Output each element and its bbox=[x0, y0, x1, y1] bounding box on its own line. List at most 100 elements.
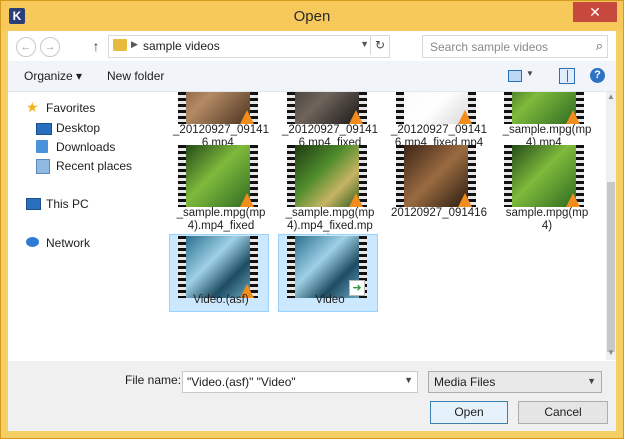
navigation-pane: ★ Favorites Desktop Downloads Recent pla… bbox=[8, 92, 158, 360]
title-bar[interactable]: K Open ✕ bbox=[1, 1, 623, 31]
sidebar-item-downloads[interactable]: Downloads bbox=[36, 139, 151, 157]
file-item[interactable]: Video.(asf) bbox=[169, 234, 269, 316]
change-view-button[interactable]: ▼ bbox=[508, 68, 534, 84]
file-list: _20120927_09141 6.mp4_ _20120927_09141 6.m… bbox=[163, 92, 603, 360]
scroll-down-arrow-icon[interactable]: ▼ bbox=[606, 348, 616, 360]
new-folder-button[interactable]: New folder bbox=[107, 69, 164, 83]
file-name-line: Video bbox=[315, 294, 345, 306]
video-thumbnail bbox=[396, 145, 476, 207]
vlc-cone-icon bbox=[566, 193, 580, 207]
file-name-line: 4).mp4_fixed bbox=[187, 220, 255, 232]
file-name-field[interactable]: "Video.(asf)" "Video" ▼ bbox=[182, 371, 418, 393]
sidebar-item-this-pc[interactable]: This PC bbox=[26, 196, 151, 214]
view-icon bbox=[508, 70, 522, 82]
footer-panel: File name: "Video.(asf)" "Video" ▼ Media… bbox=[8, 361, 616, 431]
video-thumbnail: ➜ bbox=[287, 236, 367, 298]
search-input[interactable]: Search sample videos ⌕ bbox=[422, 35, 608, 58]
sidebar-item-network[interactable]: Network bbox=[26, 235, 151, 253]
organize-button[interactable]: Organize ▾ bbox=[24, 69, 82, 83]
video-thumbnail bbox=[504, 145, 584, 207]
open-dialog: K Open ✕ ← → ↑ ▶ sample videos ▼ ↻ Searc… bbox=[0, 0, 624, 439]
preview-pane-button[interactable] bbox=[559, 68, 575, 84]
search-icon[interactable]: ⌕ bbox=[596, 38, 603, 54]
file-name-line: _sample.mpg(mp bbox=[176, 207, 266, 219]
navigation-bar: ← → ↑ ▶ sample videos ▼ ↻ Search sample … bbox=[8, 31, 616, 61]
sidebar-item-favorites[interactable]: ★ Favorites bbox=[26, 100, 151, 118]
forward-button[interactable]: → bbox=[40, 37, 60, 57]
chevron-down-icon[interactable]: ▼ bbox=[404, 375, 413, 385]
file-name-value[interactable]: "Video.(asf)" "Video" bbox=[187, 375, 296, 389]
file-item[interactable]: ➜ Video bbox=[278, 234, 378, 316]
file-type-select[interactable]: Media Files ▼ bbox=[428, 371, 602, 393]
file-name-line: Video.(asf) bbox=[193, 294, 249, 306]
scroll-thumb[interactable] bbox=[607, 182, 615, 352]
film-strip bbox=[287, 92, 295, 124]
film-strip bbox=[178, 92, 186, 124]
sidebar-item-recent-places[interactable]: Recent places bbox=[36, 158, 151, 176]
file-item[interactable]: _20120927_09141 6.mp4_ bbox=[171, 92, 269, 149]
downloads-icon bbox=[36, 140, 48, 153]
file-name-line: _sample.mpg(mp bbox=[285, 207, 375, 219]
film-strip bbox=[287, 236, 295, 298]
scroll-up-arrow-icon[interactable]: ▲ bbox=[606, 92, 616, 104]
sidebar-label: Network bbox=[46, 236, 91, 250]
file-name-line: _sample.mpg(mp bbox=[502, 124, 592, 136]
computer-icon bbox=[26, 198, 41, 210]
vlc-cone-icon bbox=[240, 193, 254, 207]
file-item[interactable]: _sample.mpg(mp4).mp4_fixed.mp4_ bbox=[280, 145, 378, 245]
open-button[interactable]: Open bbox=[430, 401, 508, 424]
film-strip bbox=[396, 92, 404, 124]
file-name-line: 20120927_091416 bbox=[391, 207, 487, 219]
sidebar-label: Downloads bbox=[56, 140, 116, 154]
file-item[interactable]: sample.mpg(mp 4) bbox=[497, 145, 595, 232]
file-name-line: 4).mp4_fixed.mp bbox=[287, 220, 373, 232]
vlc-cone-icon bbox=[349, 110, 363, 124]
path-segment[interactable]: sample videos bbox=[143, 39, 220, 53]
sidebar-label: Recent places bbox=[56, 159, 133, 173]
video-thumbnail bbox=[178, 92, 258, 124]
file-item[interactable]: _sample.mpg(mp 4).mp4_ bbox=[497, 92, 595, 149]
search-placeholder: Search sample videos bbox=[430, 40, 549, 54]
sidebar-label: Desktop bbox=[56, 121, 101, 135]
file-name-line: _20120927_09141 bbox=[173, 124, 269, 136]
file-item[interactable]: _20120927_091416.mp4_fixed.mp4_ bbox=[389, 92, 487, 162]
help-button[interactable]: ? bbox=[590, 68, 605, 83]
folder-icon bbox=[113, 39, 127, 51]
film-strip bbox=[504, 145, 512, 207]
close-button[interactable]: ✕ bbox=[573, 2, 617, 22]
video-thumbnail bbox=[396, 92, 476, 124]
star-icon: ★ bbox=[26, 99, 39, 115]
vlc-cone-icon bbox=[349, 193, 363, 207]
file-type-value: Media Files bbox=[434, 375, 496, 389]
path-chevron-icon[interactable]: ▶ bbox=[131, 39, 138, 50]
vertical-scrollbar[interactable]: ▲ ▼ bbox=[606, 92, 616, 360]
cancel-button[interactable]: Cancel bbox=[518, 401, 608, 424]
vlc-cone-icon bbox=[458, 110, 472, 124]
chevron-down-icon: ▼ bbox=[587, 376, 596, 386]
file-name-line: _20120927_09141 bbox=[391, 124, 487, 136]
address-dropdown-icon[interactable]: ▼ bbox=[360, 39, 369, 49]
dialog-title: Open bbox=[293, 8, 331, 25]
film-strip bbox=[287, 145, 295, 207]
sidebar-item-desktop[interactable]: Desktop bbox=[36, 120, 151, 138]
up-button[interactable]: ↑ bbox=[88, 36, 104, 56]
file-item[interactable]: _sample.mpg(mp 4).mp4_fixed bbox=[171, 145, 269, 232]
video-thumbnail bbox=[287, 145, 367, 207]
refresh-button[interactable]: ↻ bbox=[370, 36, 389, 55]
film-strip bbox=[396, 145, 404, 207]
command-toolbar: Organize ▾ New folder ▼ ? bbox=[8, 61, 616, 92]
vlc-cone-icon bbox=[566, 110, 580, 124]
file-item[interactable]: 20120927_091416 bbox=[389, 145, 487, 225]
vlc-cone-icon bbox=[240, 110, 254, 124]
film-strip bbox=[178, 145, 186, 207]
chevron-down-icon: ▼ bbox=[526, 69, 534, 78]
address-bar[interactable]: ▶ sample videos ▼ ↻ bbox=[108, 35, 390, 58]
network-icon bbox=[26, 237, 39, 247]
back-button[interactable]: ← bbox=[16, 37, 36, 57]
file-item[interactable]: _20120927_09141 6.mp4_fixed bbox=[280, 92, 378, 149]
sidebar-label: Favorites bbox=[46, 101, 96, 115]
video-thumbnail bbox=[178, 236, 258, 298]
film-strip bbox=[178, 236, 186, 298]
file-name-label: File name: bbox=[125, 373, 182, 387]
video-thumbnail bbox=[178, 145, 258, 207]
